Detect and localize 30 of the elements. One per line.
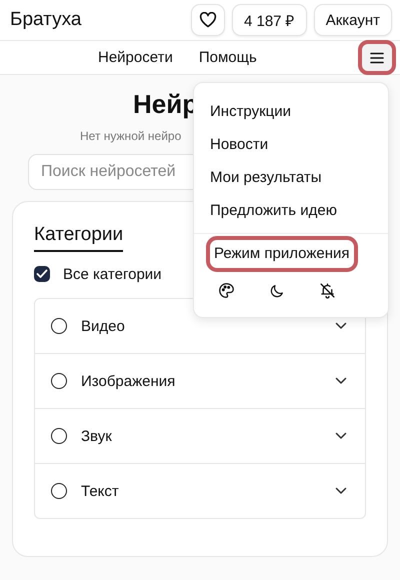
chevron-down-icon[interactable] bbox=[335, 432, 347, 440]
chevron-down-icon[interactable] bbox=[335, 322, 347, 330]
menu-icon bbox=[370, 52, 384, 64]
moon-icon[interactable] bbox=[269, 282, 285, 298]
bell-off-icon[interactable] bbox=[319, 282, 336, 299]
chevron-down-icon[interactable] bbox=[335, 487, 347, 495]
checkbox[interactable] bbox=[51, 318, 67, 334]
checkbox[interactable] bbox=[51, 428, 67, 444]
category-label: Звук bbox=[81, 428, 113, 444]
nav-link[interactable]: Нейросети bbox=[98, 49, 173, 66]
checkbox[interactable] bbox=[51, 483, 67, 499]
checkbox-label: Все категории bbox=[63, 266, 162, 282]
heart-icon bbox=[198, 12, 217, 28]
brand-name[interactable]: Братуха bbox=[10, 9, 82, 31]
menu-button[interactable] bbox=[362, 44, 392, 71]
palette-icon[interactable] bbox=[218, 282, 235, 299]
account-button[interactable]: Аккаунт bbox=[314, 4, 392, 36]
menu-item[interactable]: Предложить идею bbox=[210, 195, 337, 228]
category-label: Текст bbox=[81, 482, 120, 500]
chevron-down-icon[interactable] bbox=[335, 377, 347, 385]
page-subtitle: Нет нужной нейро bbox=[80, 129, 182, 143]
nav-link[interactable]: Помощь bbox=[198, 49, 257, 66]
checkbox[interactable] bbox=[34, 266, 50, 282]
category-label: Изображения bbox=[81, 372, 176, 390]
balance-button[interactable]: 4 187 ₽ bbox=[232, 4, 307, 36]
favorites-button[interactable] bbox=[190, 4, 225, 36]
menu-item[interactable]: Инструкции bbox=[210, 96, 292, 129]
checkbox[interactable] bbox=[51, 373, 67, 389]
categories-heading: Категории bbox=[34, 224, 124, 252]
category-label: Видео bbox=[81, 318, 126, 334]
